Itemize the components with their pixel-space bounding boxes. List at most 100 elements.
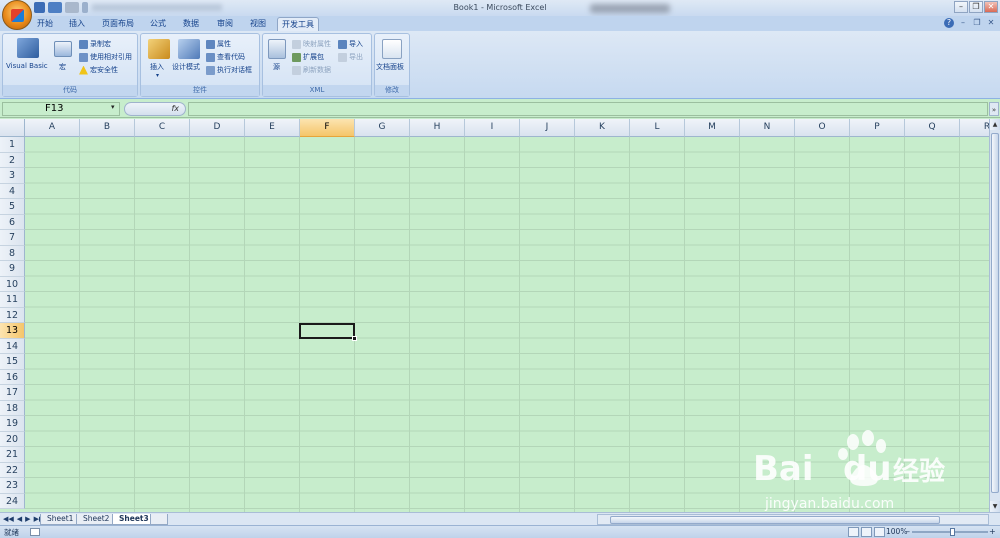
horizontal-scroll-thumb[interactable] bbox=[610, 516, 940, 524]
tab-view[interactable]: 视图 bbox=[243, 17, 273, 31]
zoom-level[interactable]: 100% bbox=[886, 527, 907, 536]
page-layout-view-button[interactable] bbox=[861, 527, 872, 537]
column-header-i[interactable]: I bbox=[465, 119, 520, 137]
row-header-18[interactable]: 18 bbox=[0, 400, 25, 416]
export-button[interactable]: 导出 bbox=[338, 52, 363, 62]
column-header-o[interactable]: O bbox=[795, 119, 850, 137]
column-header-k[interactable]: K bbox=[575, 119, 630, 137]
first-sheet-icon[interactable]: ◀◀ bbox=[3, 514, 14, 524]
insert-sheet-icon[interactable] bbox=[150, 514, 168, 525]
macro-recording-icon[interactable] bbox=[30, 528, 40, 536]
column-header-g[interactable]: G bbox=[355, 119, 410, 137]
relative-reference-button[interactable]: 使用相对引用 bbox=[79, 52, 132, 62]
close-workbook-button[interactable]: ✕ bbox=[986, 18, 996, 28]
row-header-2[interactable]: 2 bbox=[0, 152, 25, 168]
column-header-h[interactable]: H bbox=[410, 119, 465, 137]
horizontal-scrollbar[interactable] bbox=[597, 514, 989, 525]
row-header-17[interactable]: 17 bbox=[0, 385, 25, 401]
column-header-m[interactable]: M bbox=[685, 119, 740, 137]
column-header-q[interactable]: Q bbox=[905, 119, 960, 137]
row-header-6[interactable]: 6 bbox=[0, 214, 25, 230]
restore-button[interactable]: ❐ bbox=[969, 1, 983, 13]
column-header-c[interactable]: C bbox=[135, 119, 190, 137]
run-dialog-button[interactable]: 执行对话框 bbox=[206, 65, 252, 75]
close-button[interactable]: ✕ bbox=[984, 1, 998, 13]
formula-input[interactable] bbox=[188, 102, 988, 116]
name-box-dropdown-icon[interactable]: ▾ bbox=[111, 103, 115, 111]
macro-security-button[interactable]: 宏安全性 bbox=[79, 65, 118, 75]
row-header-9[interactable]: 9 bbox=[0, 261, 25, 277]
row-header-21[interactable]: 21 bbox=[0, 447, 25, 463]
active-cell-f13[interactable] bbox=[299, 323, 357, 341]
vertical-scrollbar[interactable]: ▲ ▼ bbox=[989, 119, 1000, 512]
expand-formula-bar-button[interactable]: » bbox=[989, 102, 999, 116]
next-sheet-icon[interactable]: ▶ bbox=[25, 514, 30, 524]
row-header-10[interactable]: 10 bbox=[0, 276, 25, 292]
view-code-button[interactable]: 查看代码 bbox=[206, 52, 245, 62]
column-header-a[interactable]: A bbox=[25, 119, 80, 137]
macros-button[interactable]: 宏 bbox=[59, 62, 66, 72]
insert-function-button[interactable]: fx bbox=[124, 102, 186, 116]
column-header-l[interactable]: L bbox=[630, 119, 685, 137]
insert-controls-button[interactable]: 插入 bbox=[150, 62, 164, 72]
column-header-n[interactable]: N bbox=[740, 119, 795, 137]
scroll-up-icon[interactable]: ▲ bbox=[990, 119, 1000, 130]
map-properties-button[interactable]: 映射属性 bbox=[292, 39, 331, 49]
minimize-workbook-button[interactable]: – bbox=[958, 18, 968, 28]
source-button[interactable]: 源 bbox=[273, 62, 280, 72]
column-header-e[interactable]: E bbox=[245, 119, 300, 137]
row-header-7[interactable]: 7 bbox=[0, 230, 25, 246]
row-header-14[interactable]: 14 bbox=[0, 338, 25, 354]
page-break-view-button[interactable] bbox=[874, 527, 885, 537]
help-icon[interactable]: ? bbox=[944, 18, 954, 28]
sheet-tab-1[interactable]: Sheet1 bbox=[40, 514, 81, 525]
select-all-button[interactable] bbox=[0, 119, 25, 137]
office-button[interactable] bbox=[2, 0, 32, 30]
column-header-p[interactable]: P bbox=[850, 119, 905, 137]
restore-workbook-button[interactable]: ❐ bbox=[972, 18, 982, 28]
row-header-1[interactable]: 1 bbox=[0, 137, 25, 153]
tab-formulas[interactable]: 公式 bbox=[144, 17, 172, 31]
column-header-f[interactable]: F bbox=[300, 119, 355, 137]
row-header-3[interactable]: 3 bbox=[0, 168, 25, 184]
visual-basic-button[interactable]: Visual Basic bbox=[6, 62, 48, 70]
column-header-r[interactable]: R bbox=[960, 119, 989, 137]
document-panel-button[interactable]: 文档面板 bbox=[376, 62, 404, 72]
row-header-4[interactable]: 4 bbox=[0, 183, 25, 199]
tab-insert[interactable]: 插入 bbox=[62, 17, 92, 31]
row-header-11[interactable]: 11 bbox=[0, 292, 25, 308]
normal-view-button[interactable] bbox=[848, 527, 859, 537]
row-header-12[interactable]: 12 bbox=[0, 307, 25, 323]
column-header-d[interactable]: D bbox=[190, 119, 245, 137]
zoom-slider-knob[interactable] bbox=[950, 528, 955, 536]
tab-developer[interactable]: 开发工具 bbox=[277, 17, 319, 31]
row-header-5[interactable]: 5 bbox=[0, 199, 25, 215]
design-mode-button[interactable]: 设计模式 bbox=[172, 62, 200, 72]
expansion-packs-button[interactable]: 扩展包 bbox=[292, 52, 324, 62]
row-header-8[interactable]: 8 bbox=[0, 245, 25, 261]
row-header-24[interactable]: 24 bbox=[0, 493, 25, 509]
prev-sheet-icon[interactable]: ◀ bbox=[17, 514, 22, 524]
scroll-down-icon[interactable]: ▼ bbox=[990, 501, 1000, 512]
tab-home[interactable]: 开始 bbox=[30, 17, 60, 31]
refresh-data-button[interactable]: 刷新数据 bbox=[292, 65, 331, 75]
tab-review[interactable]: 审阅 bbox=[210, 17, 240, 31]
row-header-19[interactable]: 19 bbox=[0, 416, 25, 432]
row-header-13[interactable]: 13 bbox=[0, 323, 25, 339]
import-button[interactable]: 导入 bbox=[338, 39, 363, 49]
row-header-15[interactable]: 15 bbox=[0, 354, 25, 370]
tab-data[interactable]: 数据 bbox=[176, 17, 206, 31]
properties-button[interactable]: 属性 bbox=[206, 39, 231, 49]
column-header-b[interactable]: B bbox=[80, 119, 135, 137]
minimize-button[interactable]: – bbox=[954, 1, 968, 13]
fill-handle[interactable] bbox=[352, 336, 357, 341]
row-header-20[interactable]: 20 bbox=[0, 431, 25, 447]
name-box[interactable]: F13 bbox=[2, 102, 120, 116]
sheet-tab-2[interactable]: Sheet2 bbox=[76, 514, 117, 525]
row-header-23[interactable]: 23 bbox=[0, 478, 25, 494]
column-header-j[interactable]: J bbox=[520, 119, 575, 137]
tab-page-layout[interactable]: 页面布局 bbox=[96, 17, 140, 31]
row-header-22[interactable]: 22 bbox=[0, 462, 25, 478]
zoom-in-button[interactable]: + bbox=[989, 527, 996, 536]
zoom-out-button[interactable]: – bbox=[906, 527, 910, 536]
